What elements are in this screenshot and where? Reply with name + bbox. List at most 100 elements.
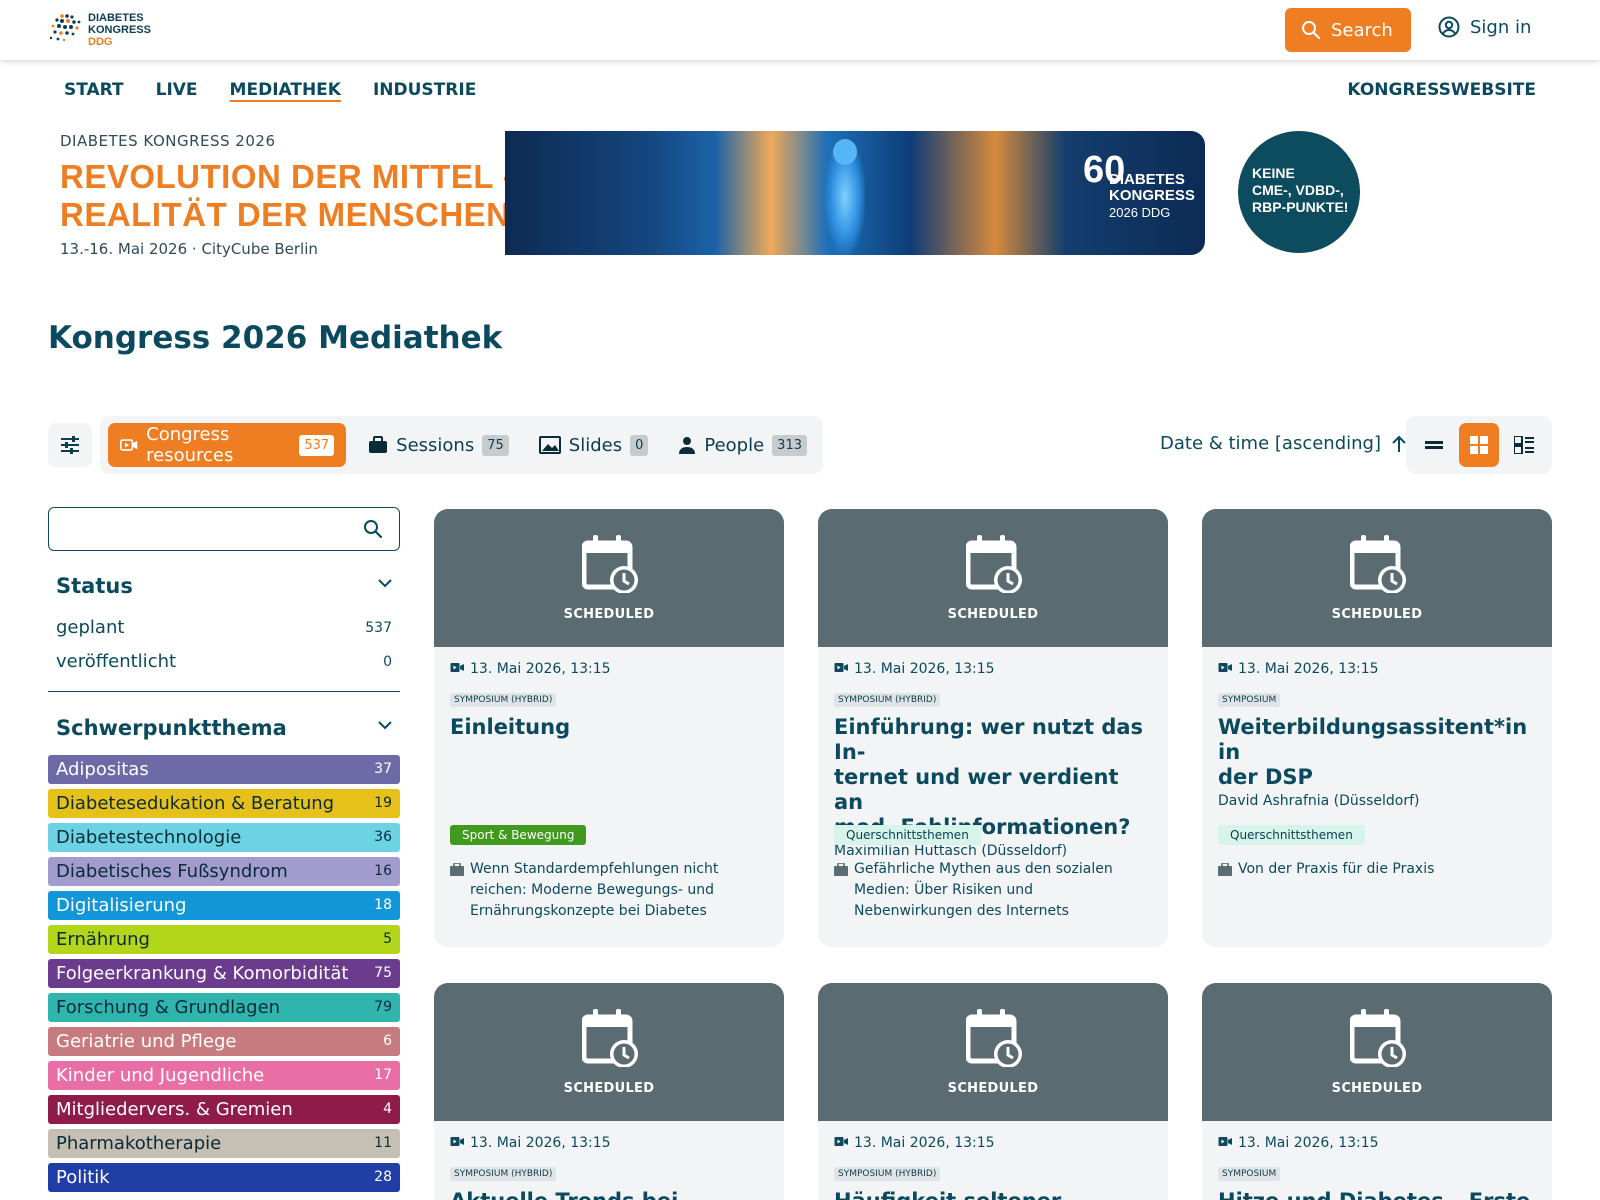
status-facet-title: Status xyxy=(56,574,133,598)
sidebar-search-input[interactable] xyxy=(48,507,400,551)
nav-item-live[interactable]: LIVE xyxy=(156,80,198,100)
banner-date: 13.-16. Mai 2026 · CityCube Berlin xyxy=(60,240,318,258)
topic-filter-item[interactable]: Pharmakotherapie 11 xyxy=(48,1129,400,1158)
banner-logo-line1: DIABETES xyxy=(1109,171,1185,188)
top-bar: DIABETES KONGRESS DDG Search Sign in xyxy=(0,0,1600,60)
tab-sessions[interactable]: Sessions 75 xyxy=(360,423,517,467)
card-date-text: 13. Mai 2026, 13:15 xyxy=(470,661,611,677)
topic-filter-item[interactable]: Diabetesedukation & Beratung 19 xyxy=(48,789,400,818)
page-title: Kongress 2026 Mediathek xyxy=(48,320,503,356)
nav-item-mediathek[interactable]: MEDIATHEK xyxy=(230,80,341,100)
topic-filter-item[interactable]: Ernährung 5 xyxy=(48,925,400,954)
filter-toggle-button[interactable] xyxy=(48,423,92,467)
card-speaker[interactable]: Maximilian Huttasch (Düsseldorf) xyxy=(834,843,1152,859)
card-session-link[interactable]: Von der Praxis für die Praxis xyxy=(1218,859,1528,880)
search-icon xyxy=(364,520,383,539)
card-title[interactable]: Einführung: wer nutzt das In-ternet und … xyxy=(834,715,1152,840)
nav-item-start[interactable]: START xyxy=(64,80,124,100)
topic-label: Mitgliedervers. & Gremien xyxy=(56,1099,293,1120)
topic-count: 79 xyxy=(374,999,392,1015)
calendar-clock-icon xyxy=(965,1009,1022,1071)
view-switcher xyxy=(1406,416,1552,474)
logo[interactable]: DIABETES KONGRESS DDG xyxy=(48,11,168,51)
card-title[interactable]: Aktuelle Trends bei kardiova xyxy=(450,1189,768,1200)
status-item-veroeffentlicht[interactable]: veröffentlicht 0 xyxy=(56,651,392,672)
card-topic-tag[interactable]: Querschnittsthemen xyxy=(1218,825,1365,845)
list-view-button[interactable] xyxy=(1414,423,1455,467)
topic-count: 4 xyxy=(383,1101,392,1117)
resource-card[interactable]: SCHEDULED 13. Mai 2026, 13:15 SYMPOSIUM (H… xyxy=(818,509,1168,947)
card-speaker[interactable]: David Ashrafnia (Düsseldorf) xyxy=(1218,793,1536,809)
topic-filter-item[interactable]: Forschung & Grundlagen 79 xyxy=(48,993,400,1022)
tab-people[interactable]: People 313 xyxy=(670,423,815,467)
topic-label: Kinder und Jugendliche xyxy=(56,1065,265,1086)
card-date: 13. Mai 2026, 13:15 xyxy=(834,1133,1152,1153)
image-icon xyxy=(538,436,561,454)
sign-in-button[interactable]: Sign in xyxy=(1438,16,1531,38)
banner-title-line2: REALITÄT DER MENSCHEN. xyxy=(60,196,521,233)
card-session-line: Ernährungskonzepte bei Diabetes xyxy=(470,903,707,919)
card-topic-tag[interactable]: Querschnittsthemen xyxy=(834,825,981,845)
grid-view-icon xyxy=(1470,436,1488,454)
topic-filter-item[interactable]: Mitgliedervers. & Gremien 4 xyxy=(48,1095,400,1124)
tab-slides[interactable]: Slides 0 xyxy=(531,423,657,467)
briefcase-icon xyxy=(1218,862,1232,883)
search-button[interactable]: Search xyxy=(1285,8,1411,52)
logo-dots-icon xyxy=(49,14,81,42)
card-type-badge: SYMPOSIUM (HYBRID) xyxy=(450,693,557,707)
card-title[interactable]: Weiterbildungsassitent*in in der DSP xyxy=(1218,715,1536,790)
status-item-geplant[interactable]: geplant 537 xyxy=(56,617,392,638)
badge-line3: RBP-PUNKTE! xyxy=(1252,199,1349,215)
resource-card[interactable]: SCHEDULED 13. Mai 2026, 13:15 SYMPOSIUM (H… xyxy=(434,983,784,1200)
nav-item-industrie[interactable]: INDUSTRIE xyxy=(373,80,476,100)
sort-label: Date & time [ascending] xyxy=(1160,433,1381,454)
nav-item-kongresswebsite[interactable]: KONGRESSWEBSITE xyxy=(1347,80,1536,100)
banner-title-line1: REVOLUTION DER MITTEL – xyxy=(60,158,522,195)
card-topic-tag[interactable]: Sport & Bewegung xyxy=(450,825,587,845)
topic-count: 11 xyxy=(374,1135,392,1151)
topic-filter-item[interactable]: Diabetisches Fußsyndrom 16 xyxy=(48,857,400,886)
topic-filter-item[interactable]: Geriatrie und Pflege 6 xyxy=(48,1027,400,1056)
topic-facet-header[interactable]: Schwerpunktthema xyxy=(56,716,392,740)
topic-label: Diabetisches Fußsyndrom xyxy=(56,861,288,882)
sort-selector[interactable]: Date & time [ascending] xyxy=(1160,433,1407,454)
briefcase-icon xyxy=(450,862,464,883)
card-title[interactable]: Hitze und Diabetes – Erste Er xyxy=(1218,1189,1536,1200)
grid-view-button[interactable] xyxy=(1458,423,1500,467)
card-type-badge: SYMPOSIUM (HYBRID) xyxy=(834,693,941,707)
topic-filter-item[interactable]: Adipositas 37 xyxy=(48,755,400,784)
card-body: 13. Mai 2026, 13:15 SYMPOSIUM (HYBRID) Akt… xyxy=(434,1121,784,1200)
badge-line1: KEINE xyxy=(1252,165,1295,181)
tab-label: Sessions xyxy=(396,434,475,456)
topic-filter-item[interactable]: Digitalisierung 18 xyxy=(48,891,400,920)
search-button-label: Search xyxy=(1331,19,1393,41)
card-date-text: 13. Mai 2026, 13:15 xyxy=(854,1135,995,1151)
card-title-line: Weiterbildungsassitent*in in xyxy=(1218,715,1528,764)
topic-label: Geriatrie und Pflege xyxy=(56,1031,237,1052)
card-title[interactable]: Einleitung xyxy=(450,715,768,740)
resource-card[interactable]: SCHEDULED 13. Mai 2026, 13:15 SYMPOSIUM (H… xyxy=(434,509,784,947)
card-body: 13. Mai 2026, 13:15 SYMPOSIUM Hitze und Di… xyxy=(1202,1121,1552,1200)
card-session-link[interactable]: Gefährliche Mythen aus den sozialen Medie… xyxy=(834,859,1144,922)
tab-congress-resources[interactable]: Congress resources 537 xyxy=(108,423,347,467)
card-session-link[interactable]: Wenn Standardempfehlungen nicht reichen: … xyxy=(450,859,760,922)
card-status: SCHEDULED xyxy=(1331,1081,1423,1096)
status-facet-header[interactable]: Status xyxy=(56,574,392,598)
card-title[interactable]: Häufigkeit seltener Diabetes xyxy=(834,1189,1152,1200)
resource-card[interactable]: SCHEDULED 13. Mai 2026, 13:15 SYMPOSIUM Wei… xyxy=(1202,509,1552,947)
card-body: 13. Mai 2026, 13:15 SYMPOSIUM (HYBRID) Häu… xyxy=(818,1121,1168,1200)
topic-filter-item[interactable]: Kinder und Jugendliche 17 xyxy=(48,1061,400,1090)
video-icon xyxy=(1218,1135,1232,1151)
resource-card[interactable]: SCHEDULED 13. Mai 2026, 13:15 SYMPOSIUM (H… xyxy=(818,983,1168,1200)
card-body: 13. Mai 2026, 13:15 SYMPOSIUM (HYBRID) Ein… xyxy=(434,647,784,756)
facet-divider xyxy=(48,691,400,692)
topic-filter-item[interactable]: Diabetestechnologie 36 xyxy=(48,823,400,852)
compact-view-button[interactable] xyxy=(1503,423,1544,467)
sign-in-label: Sign in xyxy=(1470,16,1532,38)
resource-card[interactable]: SCHEDULED 13. Mai 2026, 13:15 SYMPOSIUM Hit… xyxy=(1202,983,1552,1200)
topic-filter-item[interactable]: Politik 28 xyxy=(48,1163,400,1192)
topic-filter-item[interactable]: Folgeerkrankung & Komorbidität 75 xyxy=(48,959,400,988)
main-nav: START LIVE MEDIATHEK INDUSTRIE xyxy=(64,80,476,100)
topic-count: 36 xyxy=(374,829,392,845)
chevron-down-icon xyxy=(378,579,392,588)
